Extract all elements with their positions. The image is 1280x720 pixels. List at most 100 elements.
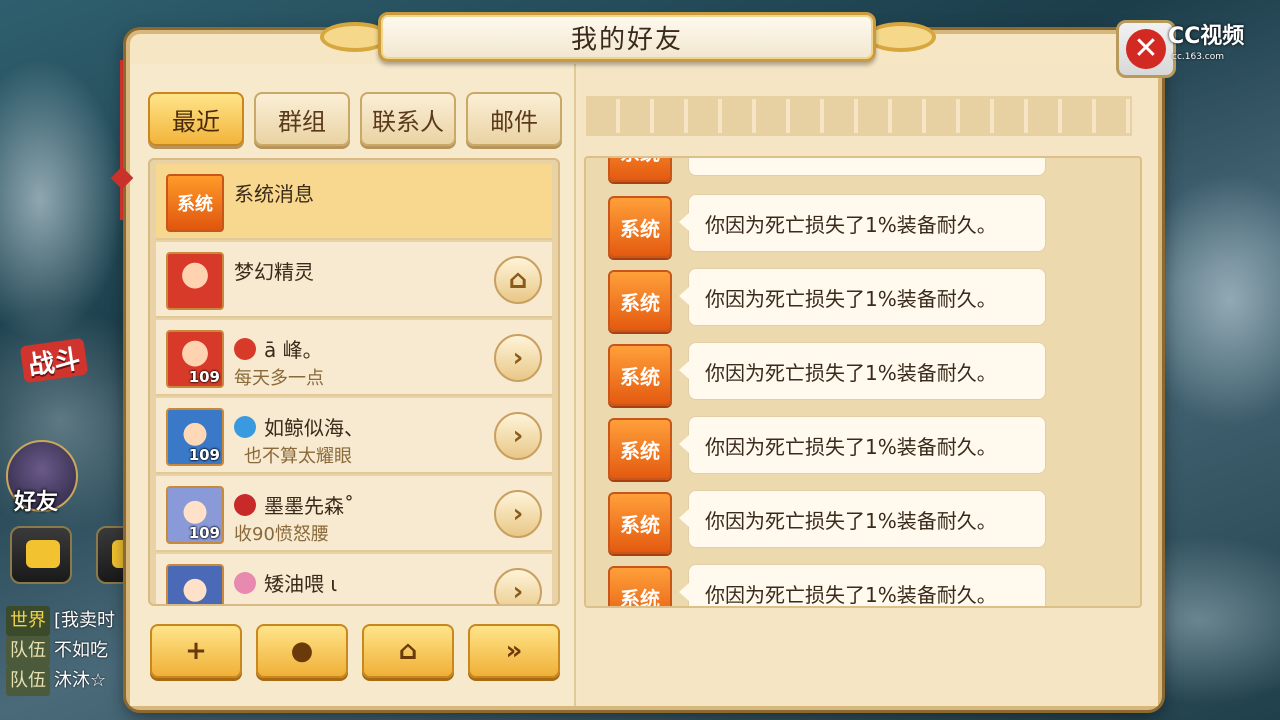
system-badge: 系统 — [608, 158, 672, 182]
chat-line: 世界 [我卖时 — [6, 606, 136, 636]
contact-name: ā 峰。 — [264, 338, 323, 362]
friend-hud-label: 好友 — [14, 490, 59, 515]
chat-line: 队伍 不如吃 — [6, 636, 136, 666]
message-row: 系统 你因为死亡损失了1%装备耐久。 — [608, 564, 1048, 606]
title-plaque: 我的好友 — [378, 12, 876, 62]
level-badge: 109 — [188, 524, 220, 542]
detail-button[interactable]: › — [494, 568, 542, 606]
message-bubble: 你因为死亡损失了1%装备耐久。 — [679, 490, 1046, 548]
tab-contacts[interactable]: 联系人 — [360, 92, 456, 146]
chat-message: 不如吃 — [54, 640, 108, 661]
system-badge: 系统 — [608, 492, 672, 554]
chevron-right-icon: › — [512, 421, 524, 451]
lantern-decoration — [110, 60, 134, 220]
contact-signature: 收90愤怒腰 — [234, 524, 329, 545]
avatar — [166, 564, 224, 604]
chat-message: 沐沐☆ — [54, 670, 107, 691]
detail-button[interactable]: › — [494, 334, 542, 382]
tab-recent[interactable]: 最近 — [148, 92, 244, 146]
message-row: 系统 你因为死亡损失了1%装备耐久。 — [608, 342, 1048, 406]
contact-name: 墨墨先森˚ — [264, 494, 354, 518]
chat-channel-badge: 队伍 — [6, 636, 50, 666]
detail-button[interactable]: › — [494, 412, 542, 460]
message-bubble: 你因为死亡损失了1%装备耐久。 — [679, 268, 1046, 326]
list-item[interactable]: 矮油喂 ι › — [156, 554, 552, 606]
list-item-system[interactable]: 系统 系统消息 — [156, 164, 552, 240]
chat-line: 队伍 沐沐☆ — [6, 666, 136, 696]
list-item[interactable]: 109 墨墨先森˚ 收90愤怒腰 › — [156, 476, 552, 552]
contact-name-row: 墨墨先森˚ — [234, 490, 354, 519]
level-badge: 109 — [188, 368, 220, 386]
avatar: 109 — [166, 330, 224, 388]
contact-list[interactable]: 系统 系统消息 梦幻精灵 ⌂ 109 ā 峰。 每天多一点 › 109 如鲸似海… — [148, 158, 560, 606]
tab-bar: 最近 群组 联系人 邮件 — [148, 92, 562, 146]
chevron-right-icon: › — [512, 343, 524, 373]
more-button[interactable]: » — [468, 624, 560, 678]
message-area[interactable]: 系统 系统 你因为死亡损失了1%装备耐久。 系统 你因为死亡损失了1%装备耐久。… — [584, 156, 1142, 608]
school-icon — [234, 494, 256, 516]
level-badge: 109 — [188, 446, 220, 464]
message-row: 系统 你因为死亡损失了1%装备耐久。 — [608, 490, 1048, 554]
watermark-url: cc.163.com — [1172, 52, 1225, 62]
contact-signature: 每天多一点 — [234, 368, 324, 389]
home-button[interactable]: ⌂ — [494, 256, 542, 304]
school-icon — [234, 416, 256, 438]
message-bubble: 你因为死亡损失了1%装备耐久。 — [679, 342, 1046, 400]
system-badge: 系统 — [608, 344, 672, 406]
system-badge: 系统 — [608, 270, 672, 332]
home-icon: ⌂ — [508, 265, 528, 295]
system-badge: 系统 — [608, 418, 672, 480]
close-button[interactable]: ✕ — [1116, 20, 1176, 78]
message-row: 系统 你因为死亡损失了1%装备耐久。 — [608, 268, 1048, 332]
contact-name-row: 矮油喂 ι — [234, 568, 337, 597]
double-chevron-icon: » — [505, 636, 523, 666]
chat-button[interactable]: ● — [256, 624, 348, 678]
avatar — [166, 252, 224, 310]
message-row: 系统 你因为死亡损失了1%装备耐久。 — [608, 194, 1048, 258]
chat-hud-button[interactable] — [10, 526, 72, 584]
contact-signature: 也不算太耀眼 — [244, 446, 352, 467]
scroll-ornament-right — [866, 22, 936, 52]
list-item[interactable]: 梦幻精灵 ⌂ — [156, 242, 552, 318]
message-bubble — [688, 158, 1046, 176]
tab-mail[interactable]: 邮件 — [466, 92, 562, 146]
page-title: 我的好友 — [570, 24, 683, 55]
school-icon — [234, 338, 256, 360]
avatar: 109 — [166, 408, 224, 466]
message-row: 系统 — [608, 158, 1048, 182]
chat-message: [我卖时 — [54, 610, 116, 631]
system-badge: 系统 — [608, 196, 672, 258]
message-bubble: 你因为死亡损失了1%装备耐久。 — [679, 416, 1046, 474]
chat-channel-badge: 队伍 — [6, 666, 50, 696]
watermark-logo: CC视频 — [1168, 24, 1245, 49]
contact-name: 梦幻精灵 — [234, 260, 314, 284]
avatar: 109 — [166, 486, 224, 544]
fret-decoration — [586, 96, 1132, 136]
contact-name-row: 如鲸似海、 — [234, 412, 364, 441]
chevron-right-icon: › — [512, 577, 524, 606]
contact-name-row: ā 峰。 — [234, 334, 323, 363]
chat-log[interactable]: 世界 [我卖时 队伍 不如吃 队伍 沐沐☆ — [6, 606, 136, 696]
tab-groups[interactable]: 群组 — [254, 92, 350, 146]
chat-bubble-icon: ● — [290, 636, 314, 666]
school-icon — [234, 572, 256, 594]
contact-name: 矮油喂 ι — [264, 572, 338, 596]
list-item[interactable]: 109 ā 峰。 每天多一点 › — [156, 320, 552, 396]
system-badge: 系统 — [608, 566, 672, 606]
chat-channel-badge: 世界 — [6, 606, 50, 636]
chevron-right-icon: › — [512, 499, 524, 529]
message-row: 系统 你因为死亡损失了1%装备耐久。 — [608, 416, 1048, 480]
contact-name: 系统消息 — [234, 182, 314, 206]
system-avatar: 系统 — [166, 174, 224, 232]
home-icon: ⌂ — [398, 636, 418, 666]
home-button[interactable]: ⌂ — [362, 624, 454, 678]
detail-button[interactable]: › — [494, 490, 542, 538]
close-icon: ✕ — [1126, 29, 1166, 69]
message-bubble: 你因为死亡损失了1%装备耐久。 — [679, 194, 1046, 252]
action-bar: + ● ⌂ » — [150, 624, 560, 678]
chat-icon — [26, 540, 60, 568]
add-friend-button[interactable]: + — [150, 624, 242, 678]
message-bubble: 你因为死亡损失了1%装备耐久。 — [679, 564, 1046, 606]
contact-name: 如鲸似海、 — [264, 416, 364, 440]
list-item[interactable]: 109 如鲸似海、 也不算太耀眼 › — [156, 398, 552, 474]
